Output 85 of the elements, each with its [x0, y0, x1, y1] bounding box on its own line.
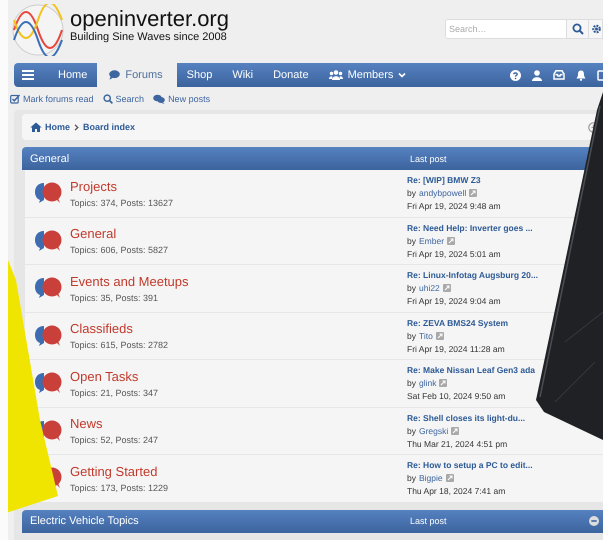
checkbox-icon	[10, 94, 20, 104]
forum-title[interactable]: News	[70, 416, 407, 432]
search-icon	[572, 23, 584, 35]
author-label: by	[407, 188, 416, 198]
post-date: Thu Apr 18, 2024 7:41 am	[407, 486, 506, 496]
search-icon	[102, 94, 113, 104]
nav-tab[interactable]: Members	[318, 63, 416, 87]
forum-title[interactable]: Events and Meetups	[70, 274, 407, 289]
author-link[interactable]: glink	[418, 378, 436, 388]
search-button[interactable]	[567, 19, 589, 39]
last-post-link[interactable]: Re: Need Help: Inverter goes ...	[407, 222, 533, 233]
inbox-icon[interactable]	[553, 70, 565, 80]
menu-icon	[22, 70, 34, 80]
forum-title[interactable]: General	[70, 226, 407, 242]
author-link[interactable]: Ember	[418, 236, 444, 246]
help-icon[interactable]	[510, 70, 521, 80]
forum-title[interactable]: Classifieds	[70, 321, 407, 336]
forum-icon	[35, 230, 63, 252]
nav-tab[interactable]: Forums	[97, 63, 177, 87]
forum-stats: Topics: 35, Posts: 391	[70, 292, 160, 303]
forum-stats: Topics: 173, Posts: 1229	[70, 482, 170, 493]
last-post-link[interactable]: Re: Linux-Infotag Augsburg 20...	[407, 270, 538, 280]
forum-icon	[35, 324, 63, 347]
caret-icon	[398, 72, 406, 78]
group-icon	[328, 70, 343, 80]
author-link[interactable]: uhi22	[418, 283, 440, 294]
site-tagline: Building Sine Waves since 2008	[70, 31, 228, 43]
forum-title[interactable]: Projects	[70, 178, 407, 194]
section-title[interactable]: Electric Vehicle Topics	[30, 515, 410, 527]
bell-icon[interactable]	[576, 70, 586, 80]
forum-icon	[35, 372, 63, 394]
section-title[interactable]: General	[30, 152, 410, 164]
author-label: by	[407, 473, 416, 484]
author-label: by	[407, 426, 416, 436]
author-link[interactable]: Bigpie	[418, 473, 443, 484]
post-date: Fri Apr 19, 2024 11:28 am	[407, 344, 506, 354]
collapse-icon[interactable]	[589, 516, 599, 526]
chevron-icon	[74, 124, 80, 130]
last-post-link[interactable]: Re: Shell closes its light-du...	[407, 412, 526, 423]
nav-tab[interactable]: Home	[48, 63, 98, 87]
home-icon	[30, 122, 42, 132]
last-post-link[interactable]: Re: Make Nissan Leaf Gen3 ada	[407, 365, 536, 376]
post-date: Thu Mar 21, 2024 4:51 pm	[407, 438, 508, 449]
author-link[interactable]: Tito	[418, 330, 433, 341]
search-field[interactable]: Search…	[445, 19, 567, 39]
nav-tab[interactable]: Donate	[263, 63, 319, 87]
last-post-link[interactable]: Re: [WIP] BMW Z3	[407, 175, 501, 186]
forum-title[interactable]: Getting Started	[70, 464, 407, 479]
settings-button[interactable]	[589, 19, 603, 39]
forum-stats: Topics: 374, Posts: 13627	[70, 198, 174, 208]
column-heading: Last post	[410, 516, 448, 526]
notification-icon[interactable]	[597, 70, 603, 80]
nav-tab[interactable]: Wiki	[222, 63, 264, 87]
quick-link[interactable]: Mark forums read	[10, 91, 94, 106]
post-date: Sat Feb 10, 2024 9:50 am	[407, 391, 506, 402]
forum-icon	[35, 277, 63, 300]
forum-icon	[35, 182, 63, 204]
post-date: Fri Apr 19, 2024 5:01 am	[407, 248, 502, 259]
author-label: by	[407, 378, 416, 388]
logo-icon[interactable]	[12, 4, 64, 56]
author-label: by	[407, 236, 416, 246]
user-icon[interactable]	[532, 70, 542, 80]
comments-icon	[153, 94, 166, 104]
quick-link[interactable]: Search	[102, 91, 144, 106]
author-link[interactable]: andybpowell	[418, 188, 466, 198]
breadcrumb-link[interactable]: Board index	[83, 122, 136, 132]
last-post-link[interactable]: Re: ZEVA BMS24 System	[407, 318, 508, 328]
site-title[interactable]: openinverter.org	[70, 7, 229, 31]
forum-stats: Topics: 52, Posts: 247	[70, 435, 160, 446]
last-post-link[interactable]: Re: How to setup a PC to edit...	[407, 460, 533, 470]
forum-title[interactable]: Open Tasks	[70, 368, 407, 384]
author-label: by	[407, 330, 416, 341]
breadcrumb-link[interactable]: Home	[30, 122, 70, 132]
forum-stats: Topics: 615, Posts: 2782	[70, 340, 170, 350]
post-date: Fri Apr 19, 2024 9:48 am	[407, 201, 501, 212]
comment-icon	[109, 70, 120, 80]
forum-stats: Topics: 606, Posts: 5827	[70, 245, 170, 256]
quick-link[interactable]: New posts	[153, 91, 210, 106]
settings-icon	[591, 23, 602, 35]
author-link[interactable]: Gregski	[418, 426, 448, 436]
post-date: Fri Apr 19, 2024 9:04 am	[407, 296, 502, 306]
column-heading: Last post	[410, 154, 448, 164]
nav-tab[interactable]: Shop	[176, 63, 222, 87]
forum-stats: Topics: 21, Posts: 347	[70, 388, 160, 398]
author-label: by	[407, 283, 416, 294]
